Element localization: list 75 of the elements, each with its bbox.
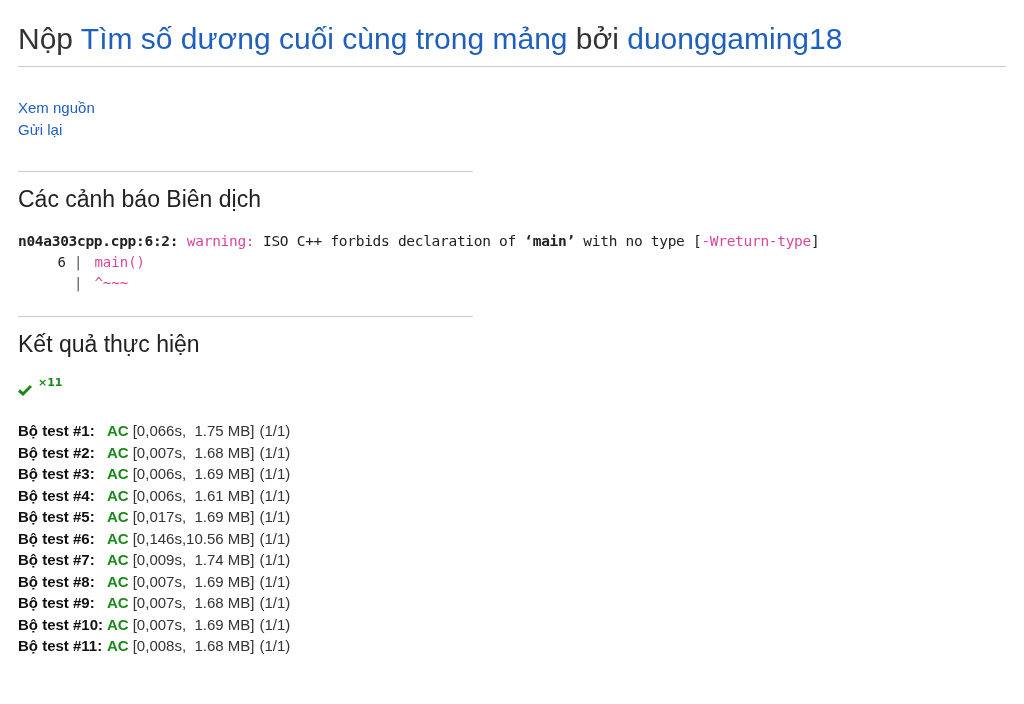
test-label: Bộ test #5: — [18, 507, 96, 527]
memory-text: 1.69 MB] — [193, 507, 255, 527]
memory-text: 1.74 MB] — [193, 550, 255, 570]
test-label: Bộ test #6: — [18, 528, 96, 549]
checkmark-icon — [18, 384, 32, 396]
points-text: (1/1) — [258, 614, 291, 635]
test-label: Bộ test #11: — [18, 636, 104, 656]
time-text: [0,146s, — [132, 528, 187, 549]
problem-link[interactable]: Tìm số dương cuối cùng trong mảng — [80, 22, 568, 55]
pass-count: ×11 — [38, 376, 63, 389]
points-text: (1/1) — [258, 464, 291, 484]
test-label: Bộ test #2: — [18, 442, 96, 463]
test-label: Bộ test #8: — [18, 571, 96, 592]
gutter-pipe-text: | — [74, 253, 83, 273]
points-text: (1/1) — [258, 636, 291, 656]
points-text: (1/1) — [258, 421, 291, 441]
warning-label: warning: — [186, 233, 255, 249]
section-heading: Kết quả thực hiện — [18, 331, 201, 358]
memory-text: 1.68 MB] — [193, 636, 255, 656]
memory-text: 10.56 MB] — [186, 528, 255, 549]
points-text: (1/1) — [258, 593, 291, 613]
test-label: Bộ test #10: — [18, 614, 105, 635]
test-label: Bộ test #1: — [18, 421, 96, 441]
memory-text: 1.75 MB] — [193, 421, 255, 441]
time-text: [0,007s, — [132, 593, 187, 613]
time-text: [0,006s, — [132, 485, 187, 506]
points-text: (1/1) — [258, 550, 291, 570]
section-heading: Các cảnh báo Biên dịch — [18, 186, 262, 213]
time-text: [0,007s, — [132, 442, 187, 463]
action-link[interactable]: Xem nguồn — [18, 97, 95, 119]
points-text: (1/1) — [258, 507, 291, 527]
user-link[interactable]: duonggaming18 — [627, 22, 843, 55]
time-text: [0,008s, — [132, 636, 187, 656]
verdict-text: AC — [107, 528, 130, 549]
verdict-text: AC — [107, 421, 130, 441]
warning-message: ISO C++ forbids declaration of ‘main’ with no type [ — [263, 233, 702, 249]
time-text: [0,006s, — [132, 464, 187, 484]
test-label: Bộ test #7: — [18, 550, 96, 570]
points-text: (1/1) — [258, 485, 291, 506]
verdict-text: AC — [107, 636, 130, 656]
gutter-pipe-text: | — [74, 274, 83, 294]
time-text: [0,017s, — [132, 507, 187, 527]
warning-option-text: -Wreturn-type — [701, 233, 811, 249]
title-text: bởi — [575, 22, 619, 55]
time-text: [0,007s, — [132, 614, 187, 635]
warning-message: ] — [810, 233, 820, 249]
test-label: Bộ test #4: — [18, 485, 96, 506]
memory-text: 1.69 MB] — [193, 464, 255, 484]
points-text: (1/1) — [258, 528, 291, 549]
code-text: main() — [94, 253, 145, 272]
code-text: ^~~~ — [94, 274, 129, 293]
test-label: Bộ test #3: — [18, 464, 96, 484]
memory-text: 1.61 MB] — [193, 485, 255, 506]
memory-text: 1.69 MB] — [193, 571, 255, 592]
verdict-text: AC — [107, 550, 130, 570]
verdict-text: AC — [107, 507, 130, 527]
file-location: n04a303cpp.cpp:6:2: — [18, 233, 179, 249]
test-label: Bộ test #9: — [18, 593, 96, 613]
points-text: (1/1) — [258, 571, 291, 592]
time-text: [0,066s, — [132, 421, 187, 441]
verdict-text: AC — [107, 571, 130, 592]
verdict-text: AC — [107, 485, 130, 506]
verdict-text: AC — [107, 464, 130, 484]
title-text: Nộp — [18, 22, 74, 55]
line-number: 6 — [56, 253, 66, 272]
verdict-text: AC — [107, 593, 130, 613]
time-text: [0,009s, — [132, 550, 187, 570]
memory-text: 1.68 MB] — [193, 442, 255, 463]
memory-text: 1.69 MB] — [193, 614, 255, 635]
memory-text: 1.68 MB] — [193, 593, 255, 613]
time-text: [0,007s, — [132, 571, 187, 592]
points-text: (1/1) — [258, 442, 291, 463]
verdict-text: AC — [107, 442, 130, 463]
verdict-text: AC — [107, 614, 130, 635]
action-link[interactable]: Gửi lại — [18, 119, 63, 141]
